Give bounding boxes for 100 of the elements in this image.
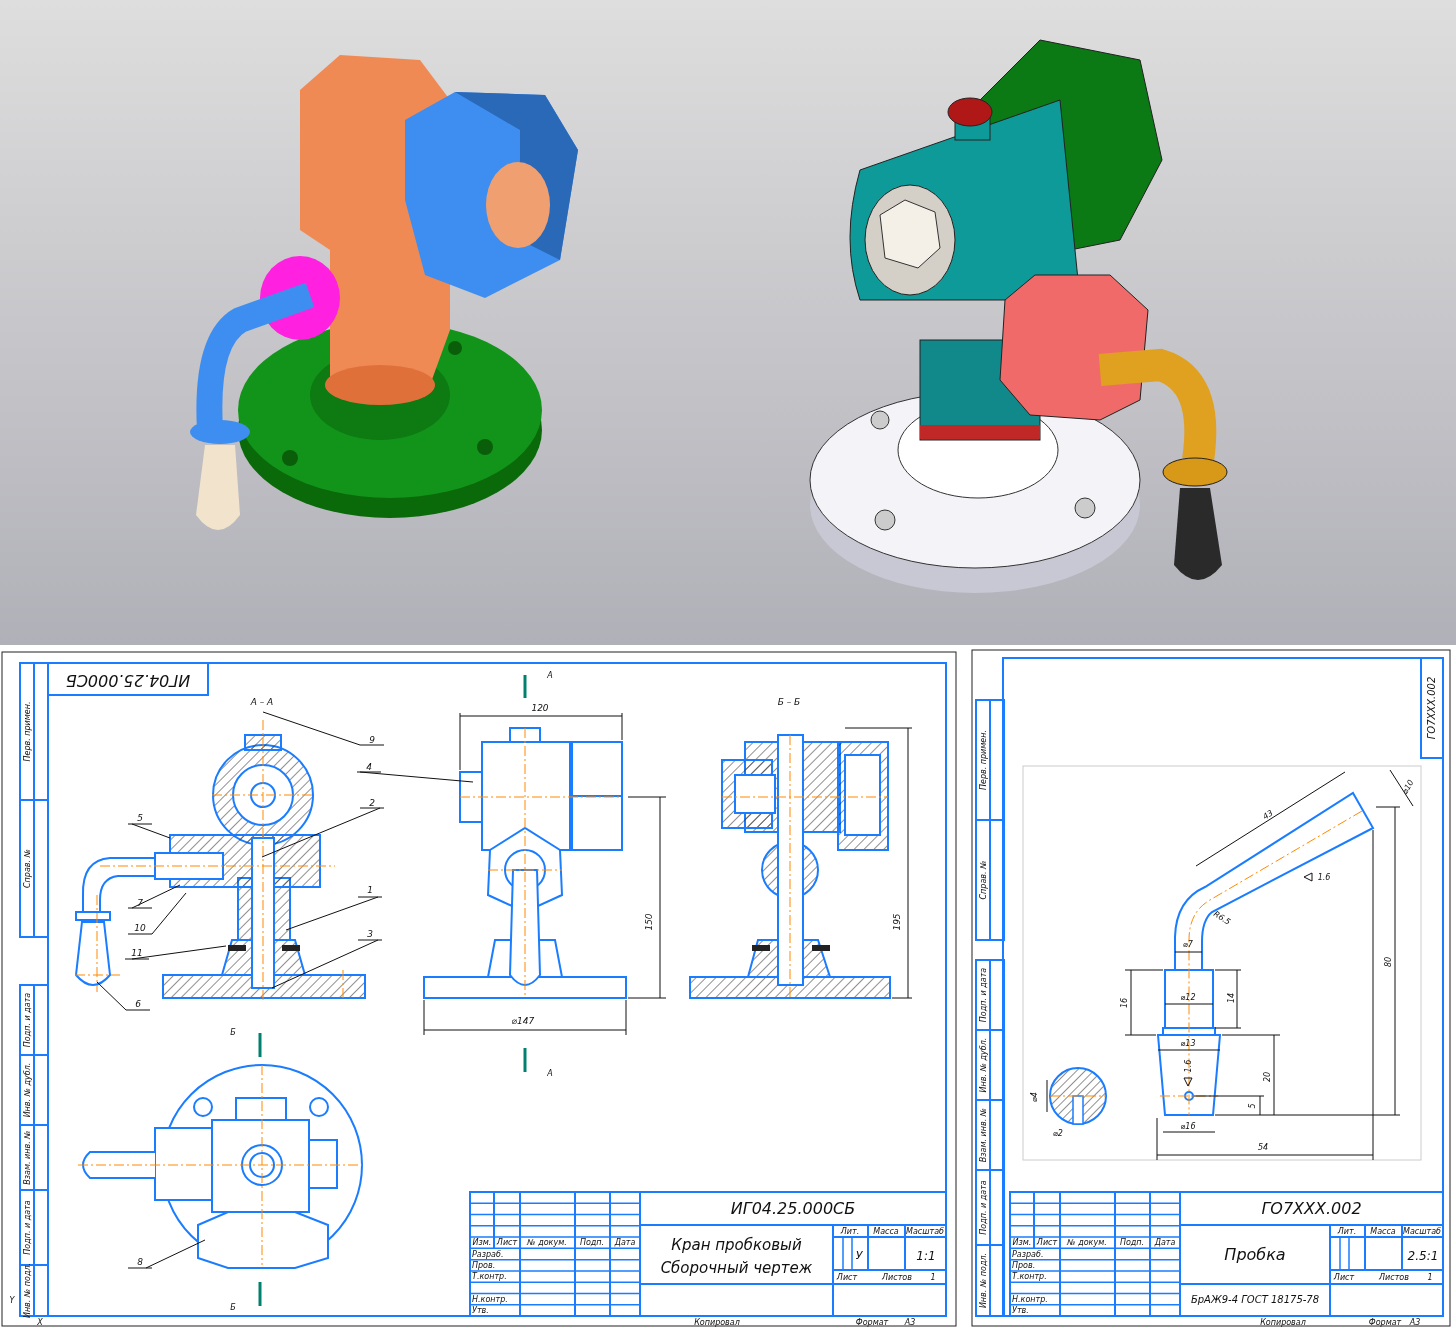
stamp-label: Инв. № дубл.	[22, 1062, 32, 1118]
dimension-label: 54	[1257, 1142, 1269, 1152]
footer-label: А3	[1409, 1317, 1421, 1327]
dimension-label: 16	[1119, 997, 1129, 1009]
dimension-label: 195	[891, 913, 902, 931]
scale-value: 1:1	[916, 1248, 936, 1263]
dimension-label: ⌀4	[1029, 1092, 1039, 1102]
roughness-icon	[1183, 1077, 1193, 1087]
section-marker	[258, 1033, 262, 1057]
role-label: Н.контр.	[472, 1294, 508, 1304]
role-label: Т.контр.	[1012, 1272, 1047, 1282]
callout-number: 6	[135, 998, 141, 1009]
dimension-label: 43	[1261, 808, 1275, 822]
dimension-label: 5	[1247, 1103, 1257, 1109]
dimension-label: 120	[531, 702, 549, 713]
stamp-label: Подп. и дата	[22, 1200, 32, 1255]
column-header: Изм.	[1012, 1238, 1032, 1248]
column-header: № докум.	[1067, 1238, 1107, 1248]
cross-section-drawing	[1049, 1067, 1107, 1125]
column-header: Масштаб	[1403, 1226, 1441, 1236]
column-header: Дата	[614, 1238, 636, 1248]
drawing-code: ГО7ХХХ.002	[1426, 676, 1437, 740]
dimension-label: ⌀2	[1053, 1128, 1063, 1138]
drawing-designation: ИГ04.25.000СБ	[730, 1198, 856, 1218]
section-title: Б – Б	[777, 696, 801, 707]
sheet-label: Лист	[1333, 1272, 1355, 1282]
footer-label: Копировал	[694, 1317, 740, 1327]
column-header: Изм.	[472, 1238, 492, 1248]
dimension-label: ⌀12	[1180, 992, 1196, 1002]
section-marker	[523, 1048, 527, 1072]
footer-label: Копировал	[1260, 1317, 1306, 1327]
callout-number: 8	[137, 1256, 143, 1267]
roughness-label: 1.6	[1183, 1059, 1193, 1073]
roughness-icon	[1303, 872, 1313, 882]
column-header: Лит.	[840, 1226, 860, 1236]
dimension-line	[1046, 1079, 1048, 1113]
callout-number: 9	[369, 734, 375, 745]
callout-number: 5	[137, 812, 143, 823]
sheet-count: 1	[930, 1272, 936, 1282]
dimension-label: ⌀147	[511, 1015, 535, 1026]
section-title: А – А	[250, 696, 274, 707]
sheet-label: Листов	[882, 1272, 912, 1282]
axis-label: Y	[9, 1295, 15, 1305]
section-marker	[523, 675, 527, 698]
stamp-label: Взам. инв. №	[22, 1130, 32, 1185]
column-header: Масса	[1370, 1226, 1396, 1236]
stamp-label: Подп. и дата	[978, 1180, 988, 1235]
leader-line	[127, 823, 171, 839]
callout-number: 3	[367, 928, 373, 939]
stamp-label: Инв. № подл.	[978, 1252, 988, 1309]
material-label: БрАЖ9-4 ГОСТ 18175-78	[1190, 1294, 1320, 1305]
role-label: Утв.	[472, 1305, 489, 1315]
stamp-label: Подп. и дата	[978, 967, 988, 1023]
role-label: Утв.	[1012, 1305, 1029, 1315]
section-mark: А	[547, 670, 553, 680]
column-header: № докум.	[527, 1238, 567, 1248]
sheet-count: 1	[1427, 1272, 1433, 1282]
callout-number: 4	[366, 761, 372, 772]
dimension-label: ⌀16	[1180, 1121, 1196, 1131]
sheet-label: Листов	[1379, 1272, 1409, 1282]
drawing-title: Кран пробковый	[671, 1235, 802, 1254]
callout-number: 2	[369, 797, 375, 808]
stamp-label: Инв. № дубл.	[978, 1037, 988, 1093]
section-marker	[258, 1282, 262, 1306]
stamp-label: Подп. и дата	[22, 992, 32, 1048]
section-mark: Б	[230, 1027, 236, 1037]
stamp-label: Взам. инв. №	[978, 1107, 988, 1163]
drawing-title: Сборочный чертеж	[660, 1258, 813, 1277]
stamp-label: Инв. № подл.	[22, 1262, 32, 1319]
section-mark: Б	[230, 1302, 236, 1312]
column-header: Масса	[873, 1226, 899, 1236]
role-label: Разраб.	[1012, 1249, 1044, 1259]
column-header: Подп.	[1119, 1238, 1145, 1248]
role-label: Разраб.	[472, 1249, 504, 1259]
dimension-label: 80	[1383, 956, 1393, 968]
dimension-label: ⌀13	[1180, 1038, 1196, 1048]
stamp-label: Перв. примен.	[22, 701, 32, 762]
callout-number: 10	[134, 922, 146, 933]
drawing-code: ИГ04.25.000СБ	[65, 670, 191, 690]
column-header: Подп.	[579, 1238, 605, 1248]
column-header: Лист	[496, 1238, 518, 1248]
dimension-label: R6.5	[1211, 909, 1233, 927]
section-mark: А	[547, 1068, 553, 1078]
scale-value: 2.5:1	[1407, 1248, 1439, 1263]
role-label: Пров.	[1012, 1260, 1036, 1270]
role-label: Пров.	[472, 1260, 496, 1270]
letter-value: У	[855, 1249, 863, 1262]
dimension-label: 14	[1226, 992, 1236, 1004]
role-label: Н.контр.	[1012, 1294, 1048, 1304]
dimension-label: 150	[643, 913, 654, 931]
footer-label: Формат	[1368, 1317, 1402, 1327]
stamp-label: Перв. примен.	[978, 729, 988, 791]
role-label: Т.контр.	[472, 1272, 507, 1282]
leader-line	[96, 981, 151, 1011]
roughness-label: 1.6	[1317, 872, 1331, 882]
dimension-label: ⌀7	[1183, 939, 1193, 949]
dimension-label: 20	[1262, 1071, 1272, 1083]
callout-number: 1	[367, 884, 373, 895]
drawing-title: Пробка	[1224, 1244, 1286, 1264]
column-header: Лит.	[1337, 1226, 1357, 1236]
